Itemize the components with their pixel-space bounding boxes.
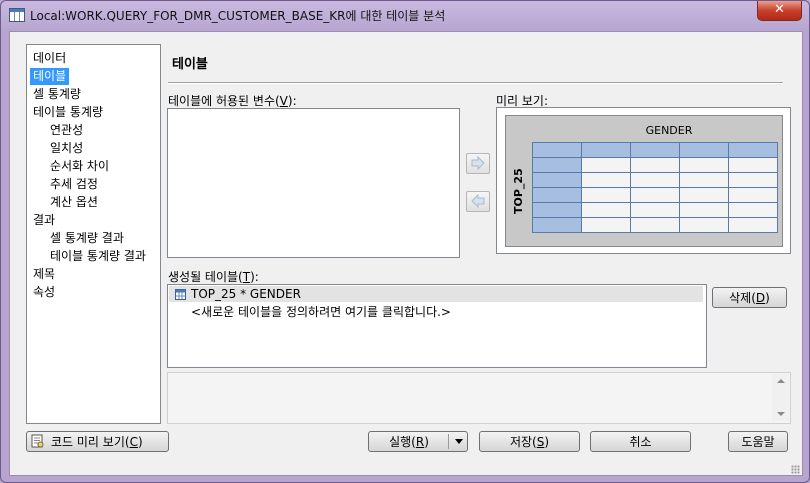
navigation-tree[interactable]: 데이터 테이블 셀 통계량 테이블 통계량 연관성 일치성 순서화 차이 추세 검정 계산 옵션… <box>26 44 161 424</box>
title-divider <box>168 82 783 84</box>
preview-grid-row <box>532 157 778 173</box>
nav-item[interactable]: 속성 <box>30 284 58 301</box>
chevron-down-icon[interactable] <box>455 439 463 444</box>
nav-item[interactable]: 추세 검정 <box>47 176 101 193</box>
preview-grid-cell <box>581 217 631 233</box>
preview-grid-cell <box>630 202 680 218</box>
preview-grid-cell <box>728 172 778 188</box>
table-preview: GENDER TOP_25 <box>496 107 791 254</box>
preview-table-frame: GENDER TOP_25 <box>505 115 783 247</box>
table-list-item-label: TOP_25 * GENDER <box>191 287 301 301</box>
nav-item[interactable]: 데이터 <box>30 50 69 67</box>
preview-grid-cell <box>679 202 729 218</box>
nav-item[interactable]: 순서화 차이 <box>47 158 112 175</box>
preview-grid-cell <box>581 187 631 203</box>
nav-item[interactable]: 셀 통계량 <box>30 86 84 103</box>
preview-grid-cell <box>679 172 729 188</box>
nav-item[interactable]: 셀 통계량 결과 <box>47 230 127 247</box>
preview-row-variable: TOP_25 <box>512 168 525 214</box>
preview-grid-cell <box>581 202 631 218</box>
nav-item[interactable]: 제목 <box>30 266 58 283</box>
preview-grid-cell <box>679 142 729 158</box>
preview-grid-row <box>532 187 778 203</box>
add-variable-button[interactable] <box>466 153 490 174</box>
preview-grid-cell <box>630 217 680 233</box>
preview-grid <box>532 142 778 233</box>
preview-grid-cell <box>630 187 680 203</box>
close-button[interactable]: ✕ <box>757 1 802 21</box>
remove-variable-button[interactable] <box>466 191 490 212</box>
tables-listbox[interactable]: TOP_25 * GENDER <새로운 테이블을 정의하려면 여기를 클릭합니다… <box>167 284 707 368</box>
preview-grid-row <box>532 172 778 188</box>
tables-label: 생성될 테이블(T): <box>168 270 259 284</box>
dialog-client-area: 데이터 테이블 셀 통계량 테이블 통계량 연관성 일치성 순서화 차이 추세 검정 계산 옵션… <box>9 31 803 476</box>
preview-grid-cell <box>679 157 729 173</box>
nav-item[interactable]: 테이블 통계량 결과 <box>47 248 149 265</box>
nav-item[interactable]: 계산 옵션 <box>47 194 101 211</box>
save-button[interactable]: 저장(S) <box>479 431 580 452</box>
code-preview-icon <box>31 434 44 448</box>
arrow-right-icon <box>471 156 485 170</box>
preview-grid-cell <box>581 142 631 158</box>
description-scrollbar[interactable] <box>772 374 789 421</box>
preview-grid-cell <box>728 217 778 233</box>
preview-grid-cell <box>532 142 582 158</box>
preview-grid-cell <box>532 217 582 233</box>
preview-grid-cell <box>581 157 631 173</box>
preview-grid-cell <box>532 202 582 218</box>
preview-grid-cell <box>532 172 582 188</box>
title-bar[interactable]: Local:WORK.QUERY_FOR_DMR_CUSTOMER_BASE_K… <box>1 1 809 29</box>
preview-grid-cell <box>679 187 729 203</box>
preview-grid-cell <box>679 217 729 233</box>
table-list-item-label: <새로운 테이블을 정의하려면 여기를 클릭합니다.> <box>191 305 451 319</box>
window-title: Local:WORK.QUERY_FOR_DMR_CUSTOMER_BASE_K… <box>30 9 446 23</box>
preview-grid-cell <box>630 142 680 158</box>
preview-grid-cell <box>630 157 680 173</box>
nav-item[interactable]: 연관성 <box>47 122 86 139</box>
preview-grid-cell <box>728 202 778 218</box>
preview-code-button[interactable]: 코드 미리 보기(C) <box>26 431 169 452</box>
delete-button[interactable]: 삭제(D) <box>712 287 787 308</box>
page-title: 테이블 <box>172 57 208 72</box>
nav-item[interactable]: 일치성 <box>47 140 86 157</box>
preview-grid-cell <box>581 172 631 188</box>
preview-grid-row <box>532 142 778 158</box>
run-button[interactable]: 실행(R) <box>368 431 468 452</box>
dialog-window: Local:WORK.QUERY_FOR_DMR_CUSTOMER_BASE_K… <box>0 0 810 483</box>
nav-item[interactable]: 테이블 <box>30 68 70 85</box>
preview-grid-row <box>532 217 778 233</box>
status-bar <box>10 463 802 475</box>
table-icon <box>175 289 186 300</box>
preview-grid-cell <box>728 142 778 158</box>
scroll-down-icon[interactable] <box>777 412 785 416</box>
scroll-up-icon[interactable] <box>777 379 785 383</box>
preview-grid-row <box>532 202 778 218</box>
preview-grid-cell <box>532 187 582 203</box>
nav-item[interactable]: 테이블 통계량 <box>30 104 106 121</box>
table-list-item[interactable]: <새로운 테이블을 정의하려면 여기를 클릭합니다.> <box>169 304 703 320</box>
variables-label: 테이블에 허용된 변수(V): <box>168 94 297 108</box>
variables-listbox[interactable] <box>167 108 460 258</box>
preview-grid-cell <box>532 157 582 173</box>
table-icon <box>9 8 25 22</box>
description-panel <box>167 372 791 424</box>
preview-grid-cell <box>728 187 778 203</box>
help-button[interactable]: 도움말 <box>728 431 788 452</box>
preview-column-variable: GENDER <box>645 124 693 137</box>
preview-grid-cell <box>728 157 778 173</box>
resize-grip[interactable] <box>791 465 800 474</box>
nav-item[interactable]: 결과 <box>30 212 58 229</box>
cancel-button[interactable]: 취소 <box>590 431 691 452</box>
preview-grid-cell <box>630 172 680 188</box>
table-list-item[interactable]: TOP_25 * GENDER <box>169 286 703 302</box>
arrow-left-icon <box>471 194 485 208</box>
run-split-divider <box>448 434 449 449</box>
